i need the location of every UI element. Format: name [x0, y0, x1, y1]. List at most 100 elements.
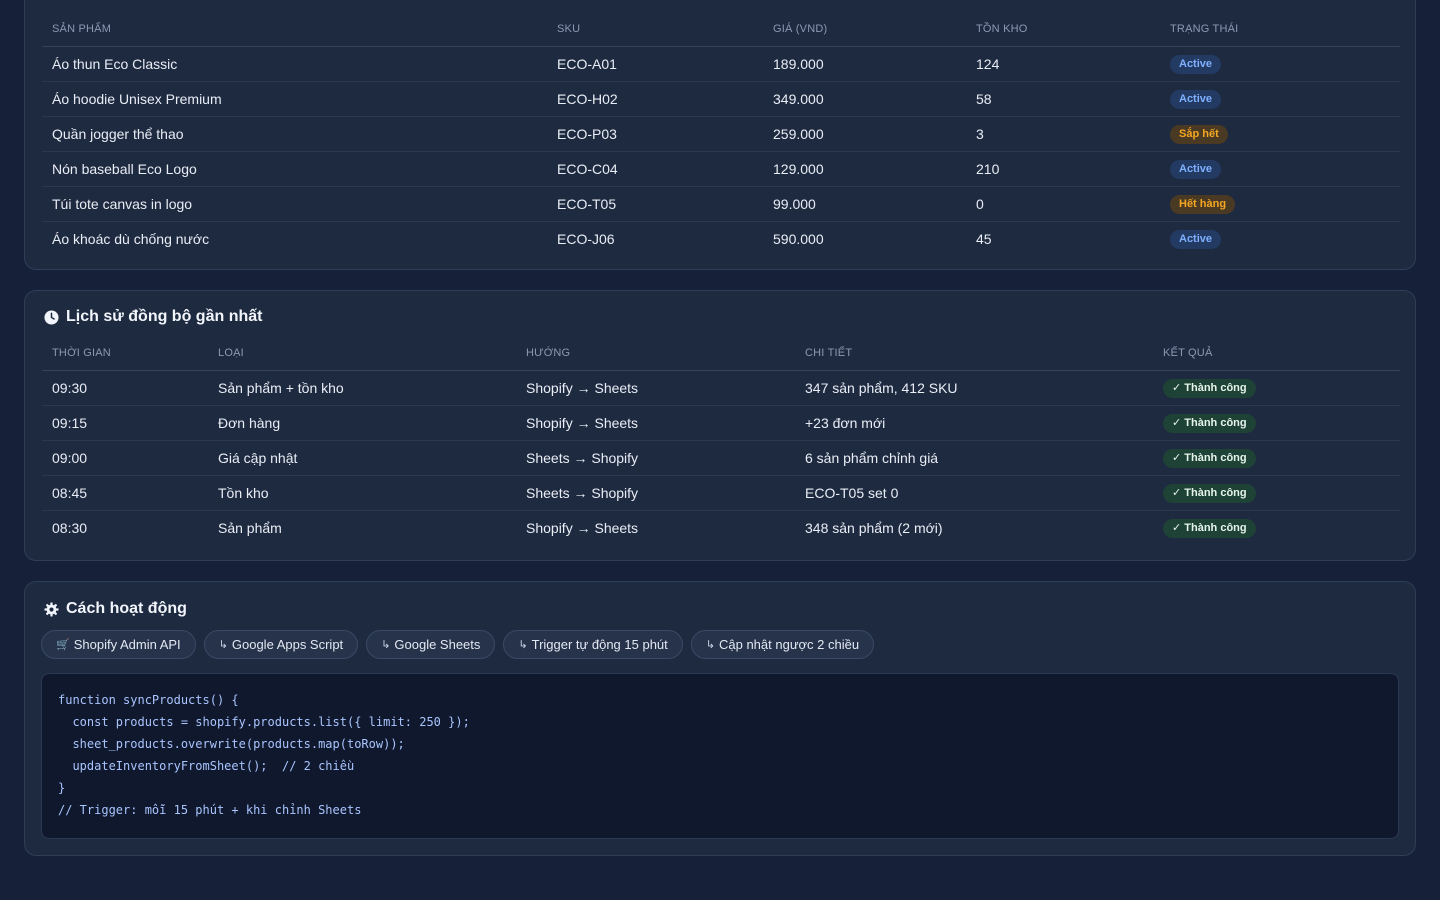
sync-time: 09:15 [42, 405, 208, 441]
sync-history-card: Lịch sử đồng bộ gần nhất THỜI GIAN LOẠI … [24, 290, 1416, 561]
sync-direction: Sheets → Shopify [516, 475, 795, 511]
arrow-icon: ↳ [705, 639, 715, 651]
product-price: 129.000 [763, 151, 966, 187]
gear-icon [44, 601, 59, 617]
status-badge: Hết hàng [1170, 194, 1236, 214]
how-it-works-title: Cách hoạt động [44, 600, 187, 618]
product-row[interactable]: Túi tote canvas in logo ECO-T05 99.000 0 Hết… [42, 186, 1400, 222]
how-it-works-title-text: Cách hoạt động [66, 600, 187, 617]
product-sku: ECO-A01 [547, 46, 763, 82]
status-badge: Active [1170, 159, 1222, 179]
sync-history-title: Lịch sử đồng bộ gần nhất [44, 308, 262, 326]
product-row[interactable]: Áo khoác dù chống nước ECO-J06 590.000 45 Ac… [42, 221, 1400, 256]
product-name: Nón baseball Eco Logo [42, 151, 547, 187]
history-row: 08:30 Sản phẩm Shopify → Sheets 348 sản phẩ… [42, 510, 1400, 545]
product-sku: ECO-H02 [547, 81, 763, 117]
product-price: 189.000 [763, 46, 966, 82]
sync-direction: Shopify → Sheets [516, 405, 795, 441]
history-row: 09:30 Sản phẩm + tồn kho Shopify → Sheets 3… [42, 370, 1400, 406]
sync-time: 09:30 [42, 370, 208, 406]
history-row: 08:45 Tồn kho Sheets → Shopify ECO-T05 set … [42, 475, 1400, 511]
sync-type: Tồn kho [208, 475, 516, 511]
product-price: 590.000 [773, 230, 824, 247]
column-header-price: GIÁ (VND) [763, 12, 966, 47]
result-badge: ✓ Thành công [1163, 518, 1256, 538]
pipeline-chip-label: Cập nhật ngược 2 chiều [718, 637, 860, 652]
status-badge: Active [1170, 229, 1222, 249]
sync-time: 08:45 [42, 475, 208, 511]
product-sku: ECO-C04 [547, 151, 763, 187]
result-badge: ✓ Thành công [1163, 483, 1256, 503]
product-status-cell: Active [1160, 221, 1400, 256]
sync-type: Giá cập nhật [208, 440, 516, 476]
product-name: Áo thun Eco Classic [42, 46, 547, 82]
product-name: Túi tote canvas in logo [42, 186, 547, 222]
product-status-cell: Hết hàng [1160, 186, 1400, 222]
product-stock: 3 [966, 116, 1160, 152]
status-badge: Active [1170, 89, 1222, 109]
sync-direction: Shopify → Sheets [526, 519, 639, 536]
product-name: Áo hoodie Unisex Premium [42, 81, 547, 117]
product-row[interactable]: Quần jogger thể thao ECO-P03 259.000 3 Sắp h… [42, 116, 1400, 152]
product-row[interactable]: Áo thun Eco Classic ECO-A01 189.000 124 Acti… [42, 46, 1400, 82]
sync-result-cell: ✓ Thành công [1153, 405, 1400, 441]
result-badge: ✓ Thành công [1163, 448, 1256, 468]
result-badge: ✓ Thành công [1163, 413, 1256, 433]
sync-detail: 6 sản phẩm chỉnh giá [795, 440, 1153, 476]
product-status-cell: Sắp hết [1160, 116, 1400, 152]
history-row: 09:15 Đơn hàng Shopify → Sheets +23 đơn mới… [42, 405, 1400, 441]
product-stock: 0 [966, 186, 1160, 222]
sync-type: Sản phẩm + tồn kho [208, 370, 516, 406]
product-name: Áo khoác dù chống nước [52, 230, 210, 247]
product-stock: 58 [966, 81, 1160, 117]
products-header-row: SẢN PHẨM SKU GIÁ (VND) TỒN KHO TRẠNG THÁ… [42, 12, 1400, 47]
pipeline-chip: ↳ Google Sheets [366, 630, 496, 659]
pipeline-chip: ↳ Cập nhật ngược 2 chiều [690, 630, 875, 659]
arrow-icon: ↳ [381, 639, 391, 651]
product-name: Quần jogger thể thao [42, 116, 547, 152]
arrow-icon: ↳ [518, 639, 528, 651]
result-badge: ✓ Thành công [1163, 378, 1256, 398]
pipeline-chip-label: Google Sheets [394, 637, 481, 652]
pipeline-chips: 🛒 Shopify Admin API ↳ Google Apps Script ↳ Go… [41, 630, 875, 659]
products-card: SẢN PHẨM SKU GIÁ (VND) TỒN KHO TRẠNG THÁ… [24, 0, 1416, 270]
product-stock: 124 [966, 46, 1160, 82]
product-sku: ECO-P03 [547, 116, 763, 152]
pipeline-chip-label: Trigger tự động 15 phút [531, 637, 668, 652]
column-header-sku: SKU [547, 12, 763, 47]
product-price: 259.000 [763, 116, 966, 152]
column-header-time: THỜI GIAN [42, 336, 208, 371]
clock-icon [44, 309, 59, 325]
column-header-result: KẾT QUẢ [1153, 336, 1400, 371]
product-row[interactable]: Nón baseball Eco Logo ECO-C04 129.000 210 Ac… [42, 151, 1400, 187]
pipeline-chip-label: Shopify Admin API [73, 637, 181, 652]
pipeline-chip: ↳ Trigger tự động 15 phút [503, 630, 683, 659]
arrow-icon: ↳ [218, 639, 228, 651]
sync-time: 08:30 [52, 519, 88, 536]
pipeline-chip-label: Google Apps Script [231, 637, 344, 652]
products-table: SẢN PHẨM SKU GIÁ (VND) TỒN KHO TRẠNG THÁ… [42, 12, 1400, 256]
sync-direction: Sheets → Shopify [516, 440, 795, 476]
product-price: 349.000 [763, 81, 966, 117]
product-sku: ECO-T05 [547, 186, 763, 222]
sync-direction: Shopify → Sheets [516, 370, 795, 406]
sync-time: 09:00 [42, 440, 208, 476]
column-header-direction: HƯỚNG [516, 336, 795, 371]
product-stock: 210 [966, 151, 1160, 187]
cart-icon: 🛒 [56, 639, 70, 651]
code-snippet: function syncProducts() { const products… [41, 673, 1399, 839]
column-header-detail: CHI TIẾT [795, 336, 1153, 371]
history-header-row: THỜI GIAN LOẠI HƯỚNG CHI TIẾT KẾT QUẢ [42, 336, 1400, 371]
product-sku: ECO-J06 [557, 230, 615, 247]
column-header-product: SẢN PHẨM [42, 12, 547, 47]
product-status-cell: Active [1160, 81, 1400, 117]
history-row: 09:00 Giá cập nhật Sheets → Shopify 6 sản p… [42, 440, 1400, 476]
column-header-type: LOẠI [208, 336, 516, 371]
pipeline-chip: 🛒 Shopify Admin API [41, 630, 196, 659]
status-badge: Active [1170, 54, 1222, 74]
sync-result-cell: ✓ Thành công [1153, 440, 1400, 476]
sync-type: Đơn hàng [208, 405, 516, 441]
status-badge: Sắp hết [1170, 124, 1228, 144]
sync-result-cell: ✓ Thành công [1153, 475, 1400, 511]
product-row[interactable]: Áo hoodie Unisex Premium ECO-H02 349.000 58… [42, 81, 1400, 117]
